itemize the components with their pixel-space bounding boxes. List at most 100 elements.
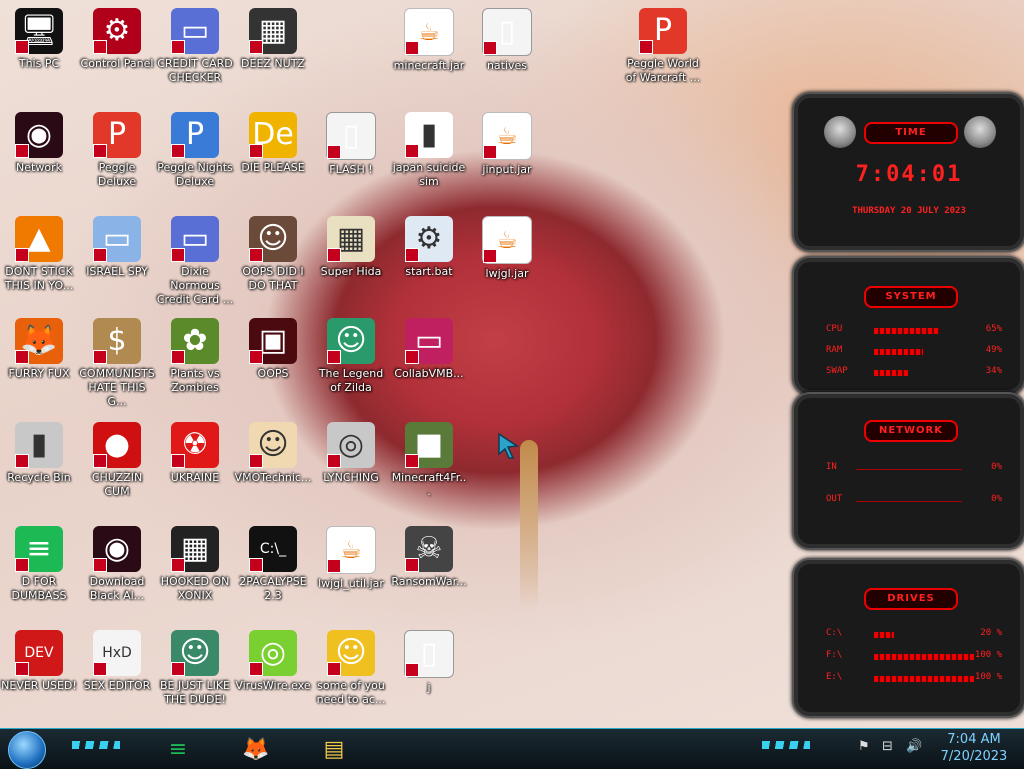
desktop-icon[interactable]: ☕ lwjgl.jar [468,212,546,308]
desktop-icon[interactable]: ◉ Network [0,108,78,204]
desktop-icon[interactable]: ▭ CREDIT CARD CHECKER [156,4,234,100]
desktop-icon[interactable]: ▮ Recycle Bin [0,418,78,514]
desktop-icon[interactable]: ▯ natives [468,4,546,100]
shortcut-overlay-icon [483,41,497,55]
shortcut-overlay-icon [93,350,107,364]
desktop-icon[interactable]: ▣ OOPS [234,314,312,410]
desktop-icon[interactable]: 🖥 This PC [0,4,78,100]
network-icon[interactable]: ⊟ [882,739,893,754]
date-readout: THURSDAY 20 JULY 2023 [852,206,966,216]
desktop-icon-label: lwjgl_util.jar [318,577,384,590]
desktop-icon[interactable]: ☢ UKRAINE [156,418,234,514]
flag-icon[interactable]: ⚑ [858,739,870,754]
desktop-icon-label: FLASH ! [329,163,373,176]
desktop-icon[interactable]: HxD SEX EDITOR [78,626,156,722]
desktop-icon-image: ⚙ [93,8,141,54]
desktop-icon[interactable]: ▮ japan suicide sim [390,108,468,204]
desktop-icon-image: ☺ [249,422,297,468]
shortcut-overlay-icon [327,559,341,573]
desktop-icon[interactable]: ▦ DEEZ NUTZ [234,4,312,100]
desktop-icon[interactable]: ✿ Plants vs Zombies [156,314,234,410]
desktop-icon[interactable]: De DIE PLEASE [234,108,312,204]
desktop-icon[interactable]: ◎ VirusWire.exe [234,626,312,722]
desktop-icon[interactable]: ☺ OOPS DID I DO THAT [234,212,312,308]
desktop-icon[interactable]: P Peggle Deluxe [78,108,156,204]
shortcut-overlay-icon [405,454,419,468]
drive-value: 100 % [974,672,1002,682]
desktop-icon[interactable]: DEV NEVER USED! [0,626,78,722]
desktop-icon[interactable]: ☕ jinput.jar [468,108,546,204]
desktop-icon[interactable]: ▲ DONT STICK THIS IN YO... [0,212,78,308]
desktop-icon[interactable]: ▭ Dixie Normous Credit Card ... [156,212,234,308]
desktop-icon-image: ☢ [171,422,219,468]
shortcut-overlay-icon [405,350,419,364]
desktop-icon-label: jinput.jar [482,163,532,176]
desktop-icon[interactable]: ☺ The Legend of Zilda [312,314,390,410]
desktop-icon[interactable]: ▦ HOOKED ON XONIX [156,522,234,618]
desktop-icon[interactable]: ☠ RansomWar... [390,522,468,618]
desktop-icon[interactable]: ⚙ Control Panel [78,4,156,100]
shortcut-overlay-icon [15,248,29,262]
desktop-icon[interactable]: ■ Minecraft4Fr... [390,418,468,514]
usage-bar [874,370,908,376]
taskbar-firefox-icon[interactable]: 🦊 [236,732,276,766]
desktop-icon[interactable]: ◎ LYNCHING [312,418,390,514]
taskbar-spotify-icon[interactable]: ≡ [158,732,198,766]
usage-bar [874,632,894,638]
desktop-icon[interactable]: ▯ FLASH ! [312,108,390,204]
desktop-icon-image: ☕ [404,8,454,56]
shortcut-overlay-icon [171,248,185,262]
desktop-icon-label: Recycle Bin [7,471,71,484]
desktop-icon-label: start.bat [405,265,453,278]
desktop-icon[interactable]: ● CHUZZIN CUM [78,418,156,514]
shortcut-overlay-icon [171,558,185,572]
desktop-icon-image: ☺ [327,318,375,364]
desktop-icon-label: Minecraft4Fr... [391,471,467,498]
volume-icon[interactable]: 🔊 [906,739,922,754]
desktop-icon[interactable]: P Peggle Nights Deluxe [156,108,234,204]
desktop-icon[interactable]: ☺ BE JUST LIKE THE DUDE! [156,626,234,722]
desktop-icon[interactable]: $ COMMUNISTS HATE THIS G... [78,314,156,410]
desktop-icon[interactable]: ⚙ start.bat [390,212,468,308]
desktop-icon[interactable]: 🦊 FURRY FUX [0,314,78,410]
desktop-icon[interactable]: ☺ some of you need to ac... [312,626,390,722]
shortcut-overlay-icon [327,248,341,262]
desktop-icon[interactable]: ☕ minecraft.jar [390,4,468,100]
desktop-icon[interactable]: C:\_ 2PACALYPSE 2.3 [234,522,312,618]
desktop-icon-image: ☕ [482,216,532,264]
desktop-icon-image: ☺ [171,630,219,676]
desktop-icon-label: LYNCHING [323,471,379,484]
desktop-icon[interactable]: ◉ Download Black Al... [78,522,156,618]
shortcut-overlay-icon [405,663,419,677]
shortcut-overlay-icon [249,350,263,364]
drive-row: F:\ 100 % [826,650,1002,664]
taskbar-file-explorer-icon[interactable]: ▤ [314,732,354,766]
desktop-icon-image: ⚙ [405,216,453,262]
shortcut-overlay-icon [327,350,341,364]
system-row-ram: RAM 49% [826,345,1002,359]
desktop-icon-image: ▭ [93,216,141,262]
shortcut-overlay-icon [249,40,263,54]
shortcut-overlay-icon [171,454,185,468]
desktop-icon[interactable]: ▯ j [390,626,468,722]
desktop-icon[interactable]: ≡ D FOR DUMBASS [0,522,78,618]
desktop-icon-label: D FOR DUMBASS [11,575,67,602]
desktop-icon-image: 🖥 [15,8,63,54]
shortcut-overlay-icon [93,248,107,262]
usage-bar [874,676,974,682]
desktop-icon-label: RansomWar... [391,575,467,588]
shortcut-overlay-icon [405,144,419,158]
start-button[interactable] [8,731,46,769]
system-row-cpu: CPU 65% [826,324,1002,338]
desktop-icon[interactable]: ☺ VMOTechnic... [234,418,312,514]
desktop-icon[interactable]: ▭ ISRAEL SPY [78,212,156,308]
shortcut-overlay-icon [639,40,653,54]
taskbar-clock[interactable]: 7:04 AM 7/20/2023 [930,731,1018,765]
system-label: CPU [826,324,843,334]
desktop-icon[interactable]: ☕ lwjgl_util.jar [312,522,390,618]
desktop-icon-image: ▭ [405,318,453,364]
desktop-icon[interactable]: ▦ Super Hida [312,212,390,308]
desktop-icon[interactable]: ▭ CollabVMB... [390,314,468,410]
desktop-icon-image: P [171,112,219,158]
desktop-icon[interactable]: P Peggle World of Warcraft ... [624,4,702,100]
